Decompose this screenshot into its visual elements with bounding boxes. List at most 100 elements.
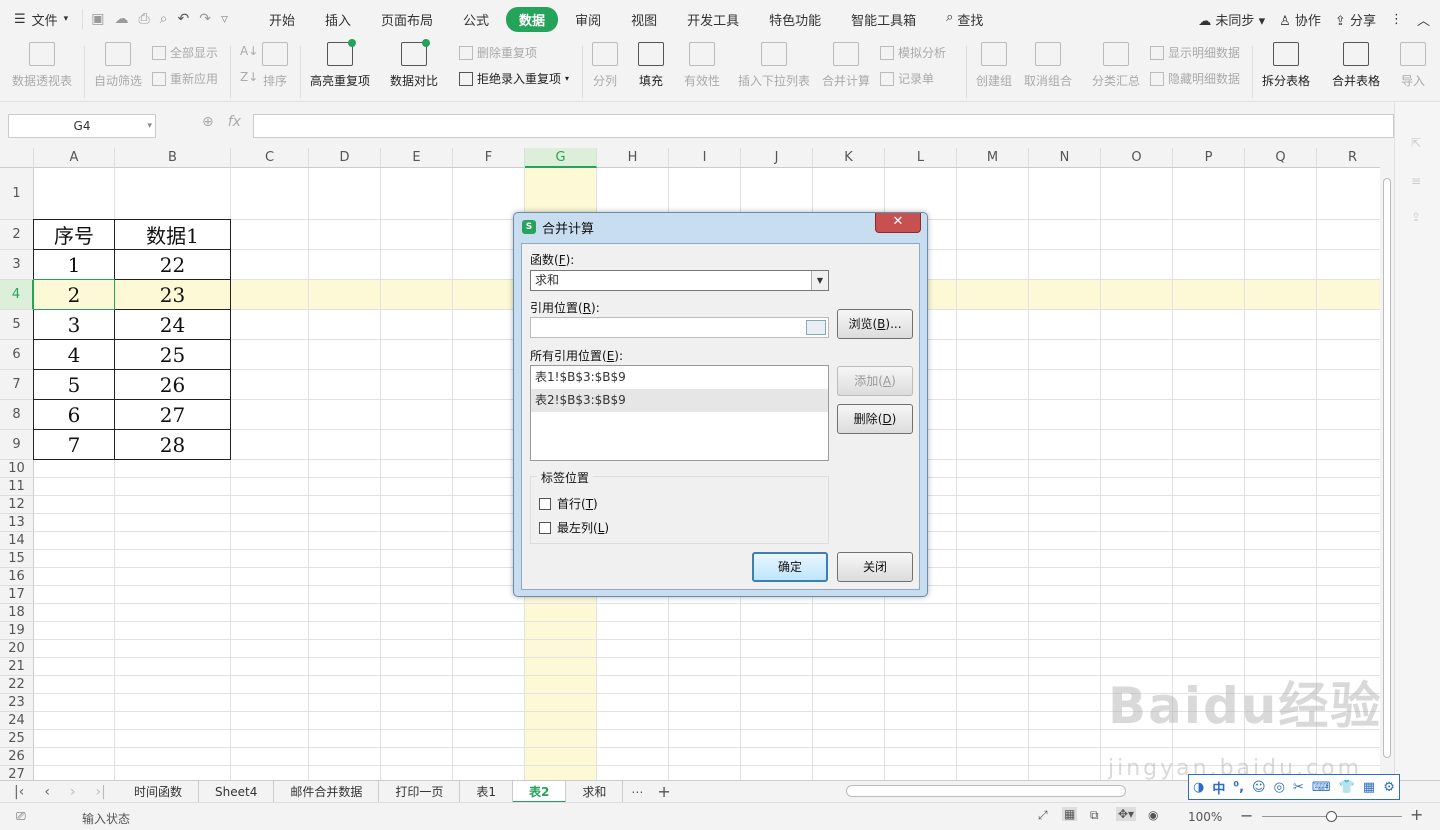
row-header-20[interactable]: 20 xyxy=(0,640,34,658)
column-header-d[interactable]: D xyxy=(309,148,381,168)
table-cell[interactable]: 6 xyxy=(33,399,115,430)
row-header-2[interactable]: 2 xyxy=(0,220,34,250)
row-header-24[interactable]: 24 xyxy=(0,712,34,730)
merge-table-button[interactable]: 合并表格 xyxy=(1332,42,1380,89)
ime-punct-icon[interactable]: ⁰, xyxy=(1233,780,1244,795)
prev-sheet-icon[interactable]: ‹ xyxy=(44,784,50,800)
all-references-list[interactable]: 表1!$B$3:$B$9 表2!$B$3:$B$9 xyxy=(530,365,829,461)
undo-icon[interactable]: ↶ xyxy=(177,11,189,27)
ime-tools-icon[interactable]: ✂ xyxy=(1293,780,1304,795)
redo-icon[interactable]: ↷ xyxy=(199,11,211,27)
tab-special[interactable]: 特色功能 xyxy=(756,7,834,32)
reapply-button[interactable]: 重新应用 xyxy=(152,70,218,87)
column-header-k[interactable]: K xyxy=(813,148,885,168)
column-header-h[interactable]: H xyxy=(597,148,669,168)
table-cell[interactable]: 26 xyxy=(114,369,231,400)
row-header-23[interactable]: 23 xyxy=(0,694,34,712)
column-header-l[interactable]: L xyxy=(885,148,957,168)
data-compare-button[interactable]: 数据对比 xyxy=(390,39,438,89)
ime-settings-icon[interactable]: ⚙ xyxy=(1383,780,1395,795)
tab-data[interactable]: 数据 xyxy=(506,6,559,32)
last-sheet-icon[interactable]: ›| xyxy=(96,784,106,800)
table-cell[interactable]: 1 xyxy=(33,249,115,280)
row-header-12[interactable]: 12 xyxy=(0,496,34,514)
first-row-checkbox[interactable]: 首行(T) xyxy=(539,495,598,512)
horizontal-scrollbar[interactable] xyxy=(846,785,1126,797)
collab-button[interactable]: ♙ 协作 xyxy=(1279,10,1321,29)
table-cell[interactable]: 28 xyxy=(114,429,231,460)
row-header-4[interactable]: 4 xyxy=(0,280,34,310)
row-header-3[interactable]: 3 xyxy=(0,250,34,280)
collapse-ribbon-icon[interactable]: ︿ xyxy=(1417,10,1430,29)
pointer-icon[interactable]: ⇱ xyxy=(1411,136,1421,150)
first-sheet-icon[interactable]: |‹ xyxy=(14,784,24,800)
row-header-13[interactable]: 13 xyxy=(0,514,34,532)
checkbox-box[interactable] xyxy=(539,497,551,510)
row-header-19[interactable]: 19 xyxy=(0,622,34,640)
ime-keyboard-icon[interactable]: ⌨ xyxy=(1312,780,1331,795)
sort-desc-icon[interactable]: Z↓ xyxy=(240,70,258,84)
sort-button[interactable]: 排序 xyxy=(262,42,288,89)
row-header-14[interactable]: 14 xyxy=(0,532,34,550)
close-button[interactable]: 关闭 xyxy=(837,552,913,582)
row-header-10[interactable]: 10 xyxy=(0,460,34,478)
row-header-1[interactable]: 1 xyxy=(0,168,34,220)
fx-icon[interactable]: fx xyxy=(228,114,241,130)
fill-button[interactable]: 填充 xyxy=(638,42,664,89)
what-if-button[interactable]: 模拟分析 xyxy=(880,44,946,61)
print-icon[interactable]: ⎙ xyxy=(138,11,149,27)
zoom-in-icon[interactable]: + xyxy=(1410,805,1423,824)
row-header-17[interactable]: 17 xyxy=(0,586,34,604)
ungroup-button[interactable]: 取消组合 xyxy=(1024,42,1072,89)
column-header-g[interactable]: G xyxy=(525,148,597,168)
hide-detail-button[interactable]: 隐藏明细数据 xyxy=(1150,70,1240,87)
table-cell[interactable]: 5 xyxy=(33,369,115,400)
table-cell[interactable]: 27 xyxy=(114,399,231,430)
scroll-thumb[interactable] xyxy=(1383,178,1391,758)
subtotal-button[interactable]: 分类汇总 xyxy=(1092,42,1140,89)
list-item[interactable]: 表1!$B$3:$B$9 xyxy=(531,366,828,389)
autofilter-button[interactable]: 自动筛选 xyxy=(94,42,142,89)
fullscreen-icon[interactable]: ⤢ xyxy=(1038,808,1048,823)
name-box[interactable]: G4 ▾ xyxy=(8,114,156,138)
add-button[interactable]: 添加(A) xyxy=(837,366,913,396)
range-picker-icon[interactable] xyxy=(806,320,826,335)
table-cell[interactable]: 3 xyxy=(33,309,115,340)
save-icon[interactable]: ▣ xyxy=(91,11,104,27)
insert-dropdown-button[interactable]: 插入下拉列表 xyxy=(738,42,810,89)
tab-page-layout[interactable]: 页面布局 xyxy=(368,7,446,32)
sheet-tab[interactable]: 求和 xyxy=(566,780,624,803)
browse-button[interactable]: 浏览(B)... xyxy=(837,309,913,339)
search-button[interactable]: ⌕ 查找 xyxy=(933,7,996,32)
column-header-p[interactable]: P xyxy=(1173,148,1245,168)
record-form-button[interactable]: 记录单 xyxy=(880,70,934,87)
page-break-view-icon[interactable]: ⧉ xyxy=(1090,808,1099,823)
reject-duplicates-button[interactable]: 拒绝录入重复项 ▾ xyxy=(459,70,569,87)
eye-protect-icon[interactable]: ◉ xyxy=(1148,808,1158,822)
table-cell[interactable]: 22 xyxy=(114,249,231,280)
sheet-tab[interactable]: 时间函数 xyxy=(118,780,200,803)
row-header-15[interactable]: 15 xyxy=(0,550,34,568)
customize-icon[interactable]: ▿ xyxy=(221,11,228,27)
row-header-16[interactable]: 16 xyxy=(0,568,34,586)
share-panel-icon[interactable]: ⇪ xyxy=(1411,210,1421,224)
column-header-b[interactable]: B xyxy=(115,148,231,168)
zoom-icon[interactable]: ⊕ xyxy=(202,114,214,130)
row-header-27[interactable]: 27 xyxy=(0,766,34,780)
zoom-slider-thumb[interactable] xyxy=(1326,811,1337,822)
reference-input[interactable] xyxy=(530,317,829,338)
sheet-tab[interactable]: 打印一页 xyxy=(379,780,461,803)
row-header-6[interactable]: 6 xyxy=(0,340,34,370)
next-sheet-icon[interactable]: › xyxy=(70,784,76,800)
column-header-j[interactable]: J xyxy=(741,148,813,168)
cloud-icon[interactable]: ☁ xyxy=(114,11,128,27)
reading-mode-icon[interactable]: ✥▾ xyxy=(1116,807,1137,821)
tab-review[interactable]: 审阅 xyxy=(562,7,614,32)
sort-asc-icon[interactable]: A↓ xyxy=(240,44,258,58)
show-detail-button[interactable]: 显示明细数据 xyxy=(1150,44,1240,61)
column-header-a[interactable]: A xyxy=(34,148,115,168)
tab-smart-tools[interactable]: 智能工具箱 xyxy=(838,7,929,32)
macro-record-icon[interactable]: ⎚ xyxy=(16,809,26,824)
column-header-m[interactable]: M xyxy=(957,148,1029,168)
dialog-close-button[interactable]: ✕ xyxy=(875,213,921,233)
